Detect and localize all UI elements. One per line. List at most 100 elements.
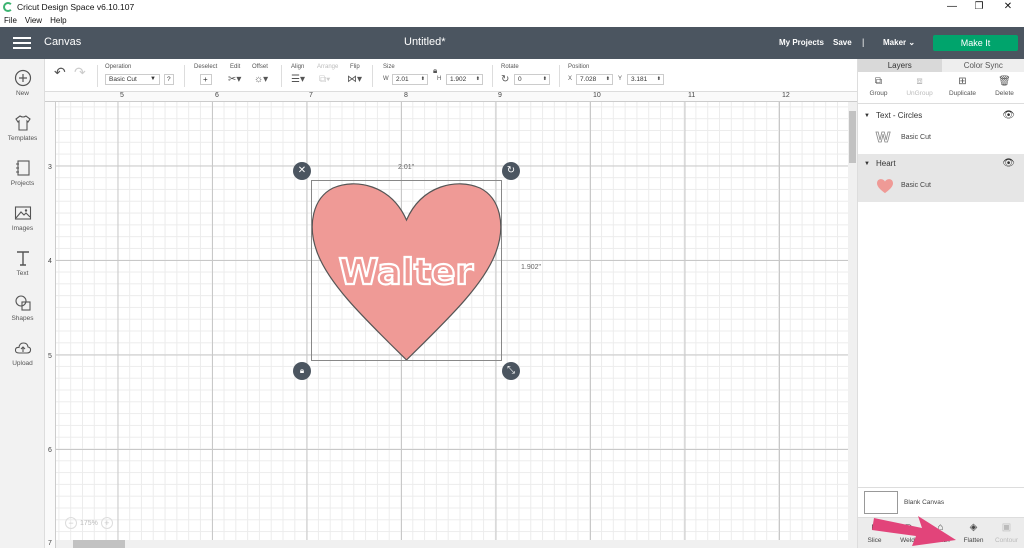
- sidebar-item-new[interactable]: New: [0, 69, 45, 97]
- align-icon[interactable]: ☰▾: [291, 74, 305, 85]
- ruler-tick: 3: [48, 164, 52, 171]
- close-window-button[interactable]: ✕: [994, 0, 1022, 14]
- machine-select[interactable]: Maker ⌄: [883, 38, 915, 47]
- delete-button[interactable]: 🗑︎ Delete: [984, 76, 1024, 97]
- zoom-out-button[interactable]: −: [65, 517, 77, 529]
- panel-tabs: Layers Color Sync: [858, 59, 1024, 72]
- layer-actions: ⧉ Group ⧈ UnGroup ⊞ Duplicate 🗑︎ Delete: [858, 72, 1024, 104]
- section-title: Canvas: [44, 36, 82, 48]
- chevron-down-icon: ⌄: [908, 38, 916, 47]
- action-label: Contour: [994, 537, 1019, 544]
- toolbar-divider: [372, 65, 373, 87]
- zoom-in-button[interactable]: +: [100, 517, 113, 529]
- sidebar-item-upload[interactable]: Upload: [0, 339, 45, 367]
- layer-group-heart[interactable]: ▼ Heart 👁︎: [858, 157, 1024, 171]
- menu-file[interactable]: File: [4, 16, 17, 25]
- horizontal-scrollbar[interactable]: [56, 540, 848, 548]
- maximize-button[interactable]: ❐: [965, 0, 993, 14]
- offset-icon[interactable]: ☼▾: [254, 74, 268, 85]
- ungroup-button[interactable]: ⧈ UnGroup: [899, 76, 940, 97]
- operation-value: Basic Cut: [109, 76, 137, 83]
- height-value: 1.902: [450, 76, 467, 83]
- offset-label: Offset: [252, 64, 268, 70]
- operation-select[interactable]: Basic Cut ▼: [105, 74, 160, 85]
- toolbar-divider: [97, 65, 98, 87]
- layer-group-text[interactable]: ▼ Text - Circles 👁︎: [858, 109, 1024, 123]
- height-input[interactable]: 1.902 ⬍: [446, 74, 483, 85]
- group-button[interactable]: ⧉ Group: [858, 76, 899, 97]
- redo-icon[interactable]: ↷: [74, 65, 86, 79]
- title-bar: Cricut Design Space v6.10.107: [0, 0, 1024, 14]
- save-button[interactable]: Save: [833, 38, 852, 47]
- sidebar-item-shapes[interactable]: Shapes: [0, 294, 45, 322]
- scroll-thumb[interactable]: [849, 111, 856, 163]
- sidebar-item-templates[interactable]: Templates: [0, 114, 45, 142]
- x-position-input[interactable]: 7.028 ⬍: [576, 74, 613, 85]
- make-it-button[interactable]: Make It: [933, 35, 1018, 51]
- rotate-input[interactable]: 0 ⬍: [514, 74, 550, 85]
- align-label: Align: [291, 64, 305, 70]
- ruler-tick: 7: [309, 92, 313, 99]
- arrange-icon[interactable]: ⧉▾: [319, 74, 330, 85]
- layer-item-heart[interactable]: Basic Cut: [858, 174, 1024, 198]
- width-input[interactable]: 2.01 ⬍: [392, 74, 428, 85]
- contour-button[interactable]: ▣ Contour: [990, 522, 1023, 544]
- trash-icon: 🗑︎: [998, 76, 1011, 87]
- vertical-scrollbar[interactable]: [848, 102, 857, 548]
- edit-toolbar: ↶ ↷ Operation Basic Cut ▼ ? Deselect + Ed…: [45, 59, 858, 92]
- left-sidebar: New Templates Projects Images Text Shape…: [0, 59, 45, 548]
- eye-icon[interactable]: 👁︎: [1002, 109, 1015, 123]
- toolbar-divider: [559, 65, 560, 87]
- action-label: Flatten: [963, 537, 984, 544]
- ruler-tick: 8: [404, 92, 408, 99]
- resize-handle-icon[interactable]: ⤡: [502, 362, 520, 380]
- ruler-tick: 5: [120, 92, 124, 99]
- menu-view[interactable]: View: [25, 16, 42, 25]
- scissors-icon[interactable]: ✂▾: [228, 74, 241, 85]
- toolbar-divider: [492, 65, 493, 87]
- window-title: Cricut Design Space v6.10.107: [17, 2, 135, 12]
- help-button[interactable]: ?: [164, 74, 174, 85]
- caret-down-icon[interactable]: ▼: [864, 109, 870, 123]
- y-position-input[interactable]: 3.181 ⬍: [627, 74, 664, 85]
- minimize-button[interactable]: —: [938, 0, 966, 14]
- tab-color-sync[interactable]: Color Sync: [941, 59, 1024, 72]
- my-projects-button[interactable]: My Projects: [779, 38, 824, 47]
- delete-handle-close-icon[interactable]: ✕: [293, 162, 311, 180]
- machine-label: Maker: [883, 38, 907, 47]
- contour-icon: ▣: [1001, 522, 1012, 533]
- menu-bar: File View Help: [0, 14, 1024, 27]
- scroll-thumb[interactable]: [73, 540, 125, 548]
- cricut-logo-icon: [3, 2, 13, 12]
- blank-canvas-swatch[interactable]: [864, 491, 898, 514]
- hamburger-menu-icon[interactable]: [13, 37, 31, 49]
- rotate-handle-icon[interactable]: ↻: [502, 162, 520, 180]
- sidebar-item-images[interactable]: Images: [0, 204, 45, 232]
- stepper-icon: ⬍: [605, 76, 610, 82]
- sidebar-item-projects[interactable]: Projects: [0, 159, 45, 187]
- header-separator: |: [862, 37, 865, 47]
- width-value: 2.01: [396, 76, 409, 83]
- y-value: 3.181: [631, 76, 648, 83]
- deselect-icon[interactable]: +: [200, 74, 212, 85]
- plus-circle-icon: [14, 69, 31, 87]
- ruler-tick: 6: [215, 92, 219, 99]
- x-label: X: [568, 76, 573, 82]
- stepper-icon: ⬍: [542, 76, 547, 82]
- eye-icon[interactable]: 👁︎: [1002, 157, 1015, 171]
- layer-item-text[interactable]: W Basic Cut: [858, 126, 1024, 150]
- flip-icon[interactable]: ⋈▾: [347, 74, 362, 85]
- caret-down-icon[interactable]: ▼: [864, 157, 870, 171]
- left-ruler: 3 4 5 6 7: [45, 102, 56, 548]
- duplicate-button[interactable]: ⊞ Duplicate: [942, 76, 983, 97]
- tab-layers[interactable]: Layers: [858, 59, 942, 72]
- sidebar-item-text[interactable]: Text: [0, 249, 45, 277]
- flatten-button[interactable]: ◈ Flatten: [957, 522, 990, 544]
- toolbar-divider: [281, 65, 282, 87]
- height-dimension: 1.902": [521, 264, 542, 271]
- menu-help[interactable]: Help: [50, 16, 66, 25]
- lock-ratio-icon[interactable]: 🔒︎: [433, 65, 437, 76]
- undo-icon[interactable]: ↶: [54, 65, 66, 79]
- lock-handle-icon[interactable]: 🔒︎: [293, 362, 311, 380]
- flip-label: Flip: [350, 64, 360, 70]
